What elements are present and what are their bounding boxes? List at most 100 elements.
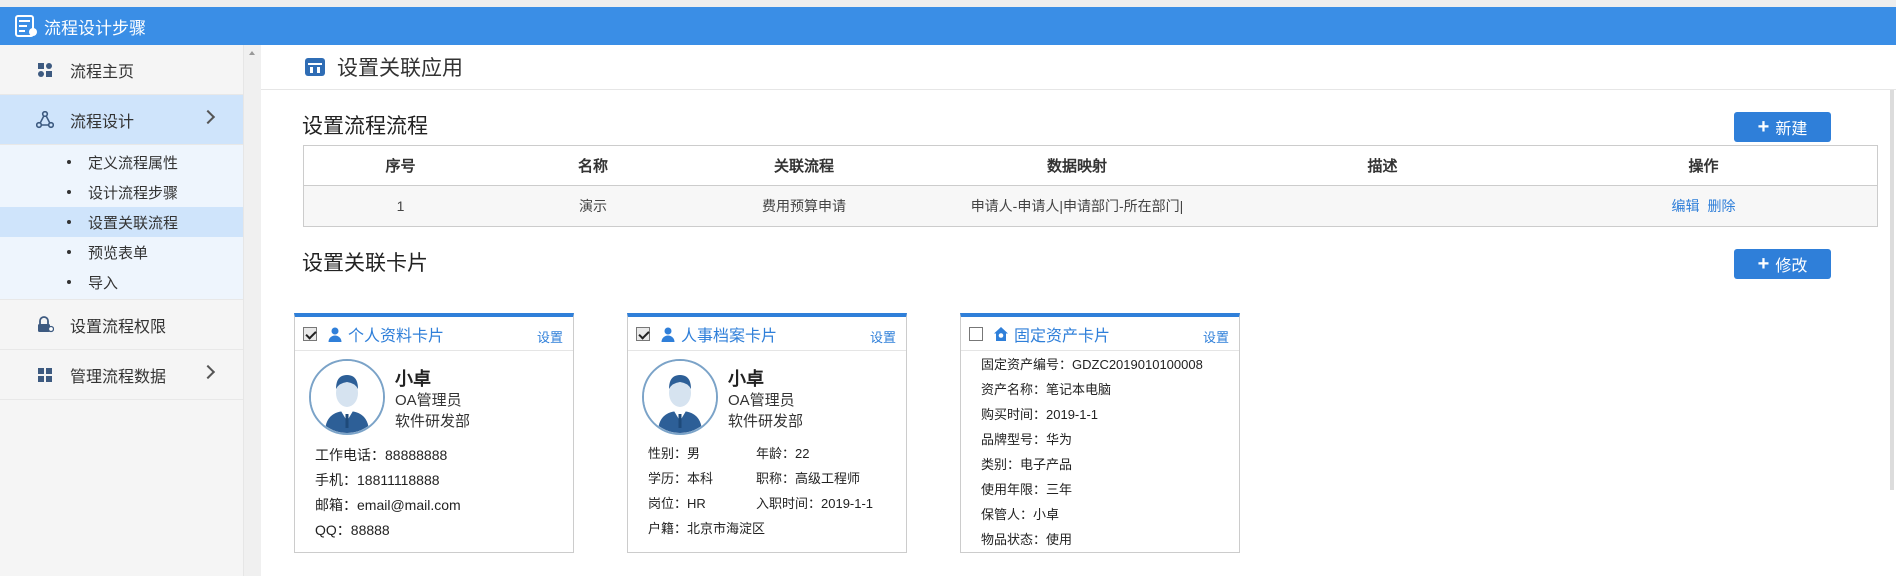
field-status: 物品状态：使用	[981, 532, 1073, 547]
title-bar: 流程设计步骤	[0, 7, 1896, 45]
modify-button-label: 修改	[1775, 258, 1808, 275]
card-checkbox[interactable]	[303, 326, 317, 341]
sidebar-item-flow-home[interactable]: 流程主页	[0, 45, 243, 95]
scroll-up-arrow-icon[interactable]	[249, 51, 255, 55]
field-purchase-date: 购买时间：2019-1-1	[981, 407, 1099, 422]
delete-link[interactable]: 删除	[1708, 198, 1736, 214]
card-section-title: 设置关联卡片	[302, 252, 428, 275]
cell-name: 演示	[579, 198, 607, 214]
flow-table: 序号 名称 关联流程 数据映射 描述 操作 1 演示 费用预算申请 申请人-申请…	[303, 145, 1878, 227]
col-header-mapping: 数据映射	[1046, 158, 1107, 175]
profile-dept: 软件研发部	[395, 413, 471, 430]
flow-app-icon	[15, 15, 37, 37]
sidebar-item-flow-design[interactable]: 流程设计	[0, 95, 243, 145]
field-custodian: 保管人：小卓	[981, 507, 1060, 522]
plus-icon: +	[1757, 253, 1770, 275]
field-service-life: 使用年限：三年	[981, 482, 1073, 497]
field-asset-name: 资产名称：笔记本电脑	[981, 382, 1112, 397]
sidebar-item-label: 流程主页	[70, 63, 135, 81]
field-brand-model: 品牌型号：华为	[981, 432, 1073, 447]
puzzle-icon	[36, 61, 54, 79]
card-settings-link[interactable]: 设置	[537, 327, 563, 346]
field-mobile: 手机：18811118888	[315, 472, 440, 488]
card-settings-link[interactable]: 设置	[1203, 327, 1229, 346]
card-fields: 固定资产编号：GDZC2019010100008 资产名称：笔记本电脑 购买时间…	[961, 351, 1239, 554]
subitem-label: 设计流程步骤	[88, 184, 179, 202]
field-hukou: 户籍：北京市海淀区	[648, 521, 766, 536]
profile-dept: 软件研发部	[728, 413, 804, 430]
user-icon	[327, 326, 343, 342]
field-gender: 性别：男	[648, 446, 701, 461]
app-store-icon	[305, 58, 325, 76]
field-work-phone: 工作电话：88888888	[315, 447, 448, 463]
card-hr-archive: 人事档案卡片 设置 小卓 OA管理员 软件研发部 性别：男 年龄：22 学历：本科…	[627, 313, 907, 553]
sidebar-item-flow-permissions[interactable]: 设置流程权限	[0, 300, 243, 350]
col-header-index: 序号	[385, 158, 416, 175]
subitem-preview-form[interactable]: 预览表单	[0, 237, 243, 267]
page-header: 设置关联应用	[261, 45, 1896, 90]
card-title[interactable]: 固定资产卡片	[1014, 322, 1110, 346]
avatar	[642, 359, 718, 435]
cell-index: 1	[396, 198, 405, 214]
card-fields: 性别：男 年龄：22 学历：本科 职称：高级工程师 岗位：HR 入职时间：2019-1…	[628, 435, 906, 543]
cell-actions: 编辑 删除	[1530, 196, 1877, 216]
grid-icon	[36, 366, 54, 384]
table-row: 1 演示 费用预算申请 申请人-申请人|申请部门-所在部门| 编辑 删除	[304, 186, 1877, 226]
card-title[interactable]: 个人资料卡片	[348, 322, 444, 346]
profile-info: 小卓 OA管理员 软件研发部	[395, 365, 470, 435]
field-row: 户籍：北京市海淀区	[648, 518, 906, 543]
subitem-design-steps[interactable]: 设计流程步骤	[0, 177, 243, 207]
subitem-define-properties[interactable]: 定义流程属性	[0, 147, 243, 177]
field-email: 邮箱：email@mail.com	[315, 497, 461, 513]
lock-user-icon	[36, 315, 54, 334]
subitem-label: 预览表单	[88, 244, 149, 262]
sidebar-submenu: 定义流程属性 设计流程步骤 设置关联流程 预览表单 导入	[0, 145, 243, 300]
page-title: 设置关联应用	[337, 57, 463, 80]
field-age: 年龄：22	[756, 446, 810, 461]
subitem-label: 设置关联流程	[88, 214, 179, 232]
col-header-actions: 操作	[1688, 158, 1719, 175]
field-qq: QQ：88888	[315, 522, 390, 538]
new-button[interactable]: + 新建	[1734, 112, 1831, 142]
profile-role: OA管理员	[728, 392, 795, 409]
field-row: 性别：男 年龄：22	[648, 443, 906, 468]
card-header: 个人资料卡片 设置	[295, 317, 573, 351]
cell-flow: 费用预算申请	[762, 198, 846, 214]
field-asset-number: 固定资产编号：GDZC2019010100008	[981, 357, 1203, 372]
field-title: 职称：高级工程师	[756, 471, 861, 486]
sidebar-item-manage-data[interactable]: 管理流程数据	[0, 350, 243, 400]
field-education: 学历：本科	[648, 471, 714, 486]
card-fixed-asset: 固定资产卡片 设置 固定资产编号：GDZC2019010100008 资产名称：…	[960, 313, 1240, 553]
sidebar-scrollbar[interactable]	[244, 45, 261, 576]
edit-link[interactable]: 编辑	[1672, 198, 1700, 214]
card-settings-link[interactable]: 设置	[870, 327, 896, 346]
card-title[interactable]: 人事档案卡片	[681, 322, 777, 346]
user-icon	[660, 326, 676, 342]
profile-block: 小卓 OA管理员 软件研发部	[628, 351, 906, 435]
field-row: 岗位：HR 入职时间：2019-1-1	[648, 493, 906, 518]
field-category: 类别：电子产品	[981, 457, 1073, 472]
new-button-label: 新建	[1775, 121, 1808, 138]
card-header: 固定资产卡片 设置	[961, 317, 1239, 351]
sidebar: 流程主页 流程设计 定义流程属性 设计流程步骤 设置关联流程 预览表单 导入 设…	[0, 45, 244, 576]
profile-block: 小卓 OA管理员 软件研发部	[295, 351, 573, 435]
card-header: 人事档案卡片 设置	[628, 317, 906, 351]
top-strip	[0, 0, 1896, 7]
share-icon	[36, 110, 54, 129]
chevron-right-icon	[200, 364, 216, 380]
card-checkbox[interactable]	[636, 326, 650, 341]
field-hire-date: 入职时间：2019-1-1	[756, 496, 874, 511]
field-position: 岗位：HR	[648, 496, 706, 511]
modify-button[interactable]: + 修改	[1734, 249, 1831, 279]
home-icon	[993, 326, 1009, 342]
main-scrollbar[interactable]	[1890, 90, 1894, 490]
field-row: 学历：本科 职称：高级工程师	[648, 468, 906, 493]
col-header-name: 名称	[577, 158, 608, 175]
subitem-label: 定义流程属性	[88, 154, 179, 172]
col-header-flow: 关联流程	[773, 158, 834, 175]
card-checkbox[interactable]	[969, 326, 983, 341]
profile-info: 小卓 OA管理员 软件研发部	[728, 365, 803, 435]
profile-name: 小卓	[395, 369, 431, 389]
subitem-related-flows[interactable]: 设置关联流程	[0, 207, 243, 237]
subitem-import[interactable]: 导入	[0, 267, 243, 297]
